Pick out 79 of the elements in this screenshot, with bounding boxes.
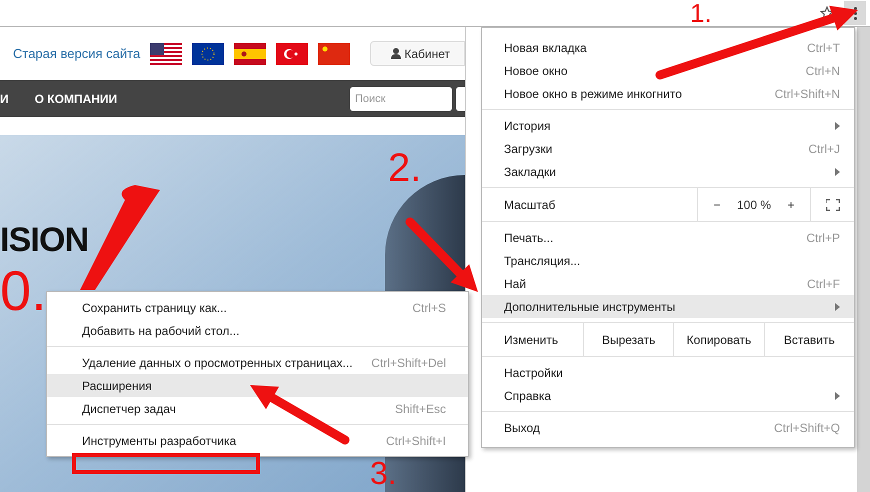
menu-item[interactable]: Загрузки Ctrl+J <box>482 137 854 160</box>
flag-icon[interactable] <box>192 42 224 64</box>
menu-item[interactable]: Новое окно в режиме инкогнито Ctrl+Shift+N <box>482 82 854 105</box>
menu-item[interactable]: Най Ctrl+F <box>482 272 854 295</box>
menu-item-label: Справка <box>504 388 552 404</box>
menu-item-label: Настройки <box>504 364 564 382</box>
menu-item-label: Най <box>504 276 528 292</box>
zoom-out-button[interactable]: − <box>698 196 736 214</box>
flag-icon[interactable] <box>150 42 182 64</box>
shortcut-text: Ctrl+Shift+Del <box>371 354 446 372</box>
menu-item-label: Новое окно в режиме инкогнито <box>504 86 683 102</box>
zoom-label: Масштаб <box>503 196 556 214</box>
cabinet-button[interactable]: Кабинет <box>370 41 465 66</box>
menu-item[interactable]: Новая вкладка Ctrl+T <box>482 36 854 59</box>
step-number: 3. <box>370 457 397 489</box>
edit-label: Изменить <box>503 332 560 348</box>
menu-item[interactable]: Закладки <box>482 160 854 183</box>
flag-icon[interactable] <box>234 42 266 64</box>
zoom-value: 100 % <box>736 196 772 214</box>
menu-item-label: Добавить на рабочий стол... <box>82 322 240 340</box>
flag-icon[interactable] <box>276 42 308 64</box>
menu-item-label: Диспетчер задач <box>82 400 177 418</box>
submenu-arrow-icon <box>835 122 840 130</box>
submenu-arrow-icon <box>835 302 840 310</box>
menu-item[interactable]: Расширения <box>47 374 468 397</box>
step-number: 2. <box>388 148 422 188</box>
menu-item[interactable]: История <box>482 114 854 137</box>
nav-link[interactable]: О КОМПАНИИ <box>34 90 118 108</box>
shortcut-text: Ctrl+P <box>806 230 840 246</box>
search-button[interactable] <box>456 86 465 110</box>
shortcut-text: Ctrl+N <box>806 62 840 80</box>
flag-icon[interactable] <box>318 42 350 64</box>
edit-button[interactable]: Вырезать <box>583 323 674 356</box>
zoom-in-button[interactable]: + <box>772 196 810 214</box>
menu-item-label: Загрузки <box>504 140 554 158</box>
menu-item-label: Новое окно <box>504 62 568 80</box>
step-number: 1. <box>690 0 712 26</box>
menu-item[interactable]: Трансляция... <box>482 249 854 272</box>
menu-item-label: Удаление данных о просмотренных страницах... <box>82 354 354 372</box>
menu-item[interactable]: Удаление данных о просмотренных страницах... Ctrl+Shift+Del <box>47 351 468 374</box>
menu-item[interactable]: Печать... Ctrl+P <box>482 226 854 249</box>
hero-number-text: 0. <box>0 263 47 319</box>
menu-item[interactable]: Инструменты разработчика Ctrl+Shift+I <box>47 429 468 452</box>
edit-button[interactable]: Вставить <box>764 323 854 356</box>
menu-item[interactable]: Выход Ctrl+Shift+Q <box>482 416 854 439</box>
menu-item-label: Инструменты разработчика <box>82 432 238 450</box>
shortcut-text: Ctrl+Shift+N <box>774 86 840 102</box>
search-field[interactable]: Поиск <box>350 86 452 110</box>
menu-item[interactable]: Справка <box>482 384 854 407</box>
menu-item-label: Дополнительные инструменты <box>504 298 676 316</box>
old-site-link[interactable]: Старая версия сайта <box>13 44 140 64</box>
menu-item[interactable]: Диспетчер задач Shift+Esc <box>47 397 468 420</box>
menu-item-label: Сохранить страницу как... <box>82 300 228 316</box>
shortcut-text: Ctrl+J <box>808 140 840 158</box>
menu-item-label: Выход <box>504 420 541 436</box>
menu-item-label: Новая вкладка <box>504 40 588 56</box>
menu-item-label: История <box>504 118 552 134</box>
menu-item-label: Закладки <box>504 164 557 180</box>
user-icon <box>391 48 402 59</box>
menu-item[interactable]: Сохранить страницу как... Ctrl+S <box>47 296 468 319</box>
menu-item[interactable]: Добавить на рабочий стол... <box>47 319 468 342</box>
nav-link[interactable]: И <box>0 90 9 108</box>
menu-item[interactable]: Новое окно Ctrl+N <box>482 59 854 82</box>
shortcut-text: Ctrl+F <box>807 276 840 292</box>
shortcut-text: Ctrl+Shift+I <box>386 432 446 450</box>
submenu-arrow-icon <box>835 392 840 400</box>
menu-item[interactable]: Настройки <box>482 361 854 384</box>
shortcut-text: Ctrl+S <box>412 300 446 316</box>
edit-button[interactable]: Копировать <box>673 323 764 356</box>
shortcut-text: Ctrl+Shift+Q <box>774 420 840 436</box>
shortcut-text: Shift+Esc <box>394 400 446 418</box>
submenu-arrow-icon <box>835 168 840 176</box>
menu-item-label: Расширения <box>82 378 153 394</box>
menu-item-label: Печать... <box>504 230 554 246</box>
shortcut-text: Ctrl+T <box>807 40 840 56</box>
menu-item[interactable]: Дополнительные инструменты <box>482 295 854 318</box>
hero-title: ISION <box>0 223 90 257</box>
menu-item-label: Трансляция... <box>504 252 582 270</box>
fullscreen-icon <box>826 198 840 210</box>
